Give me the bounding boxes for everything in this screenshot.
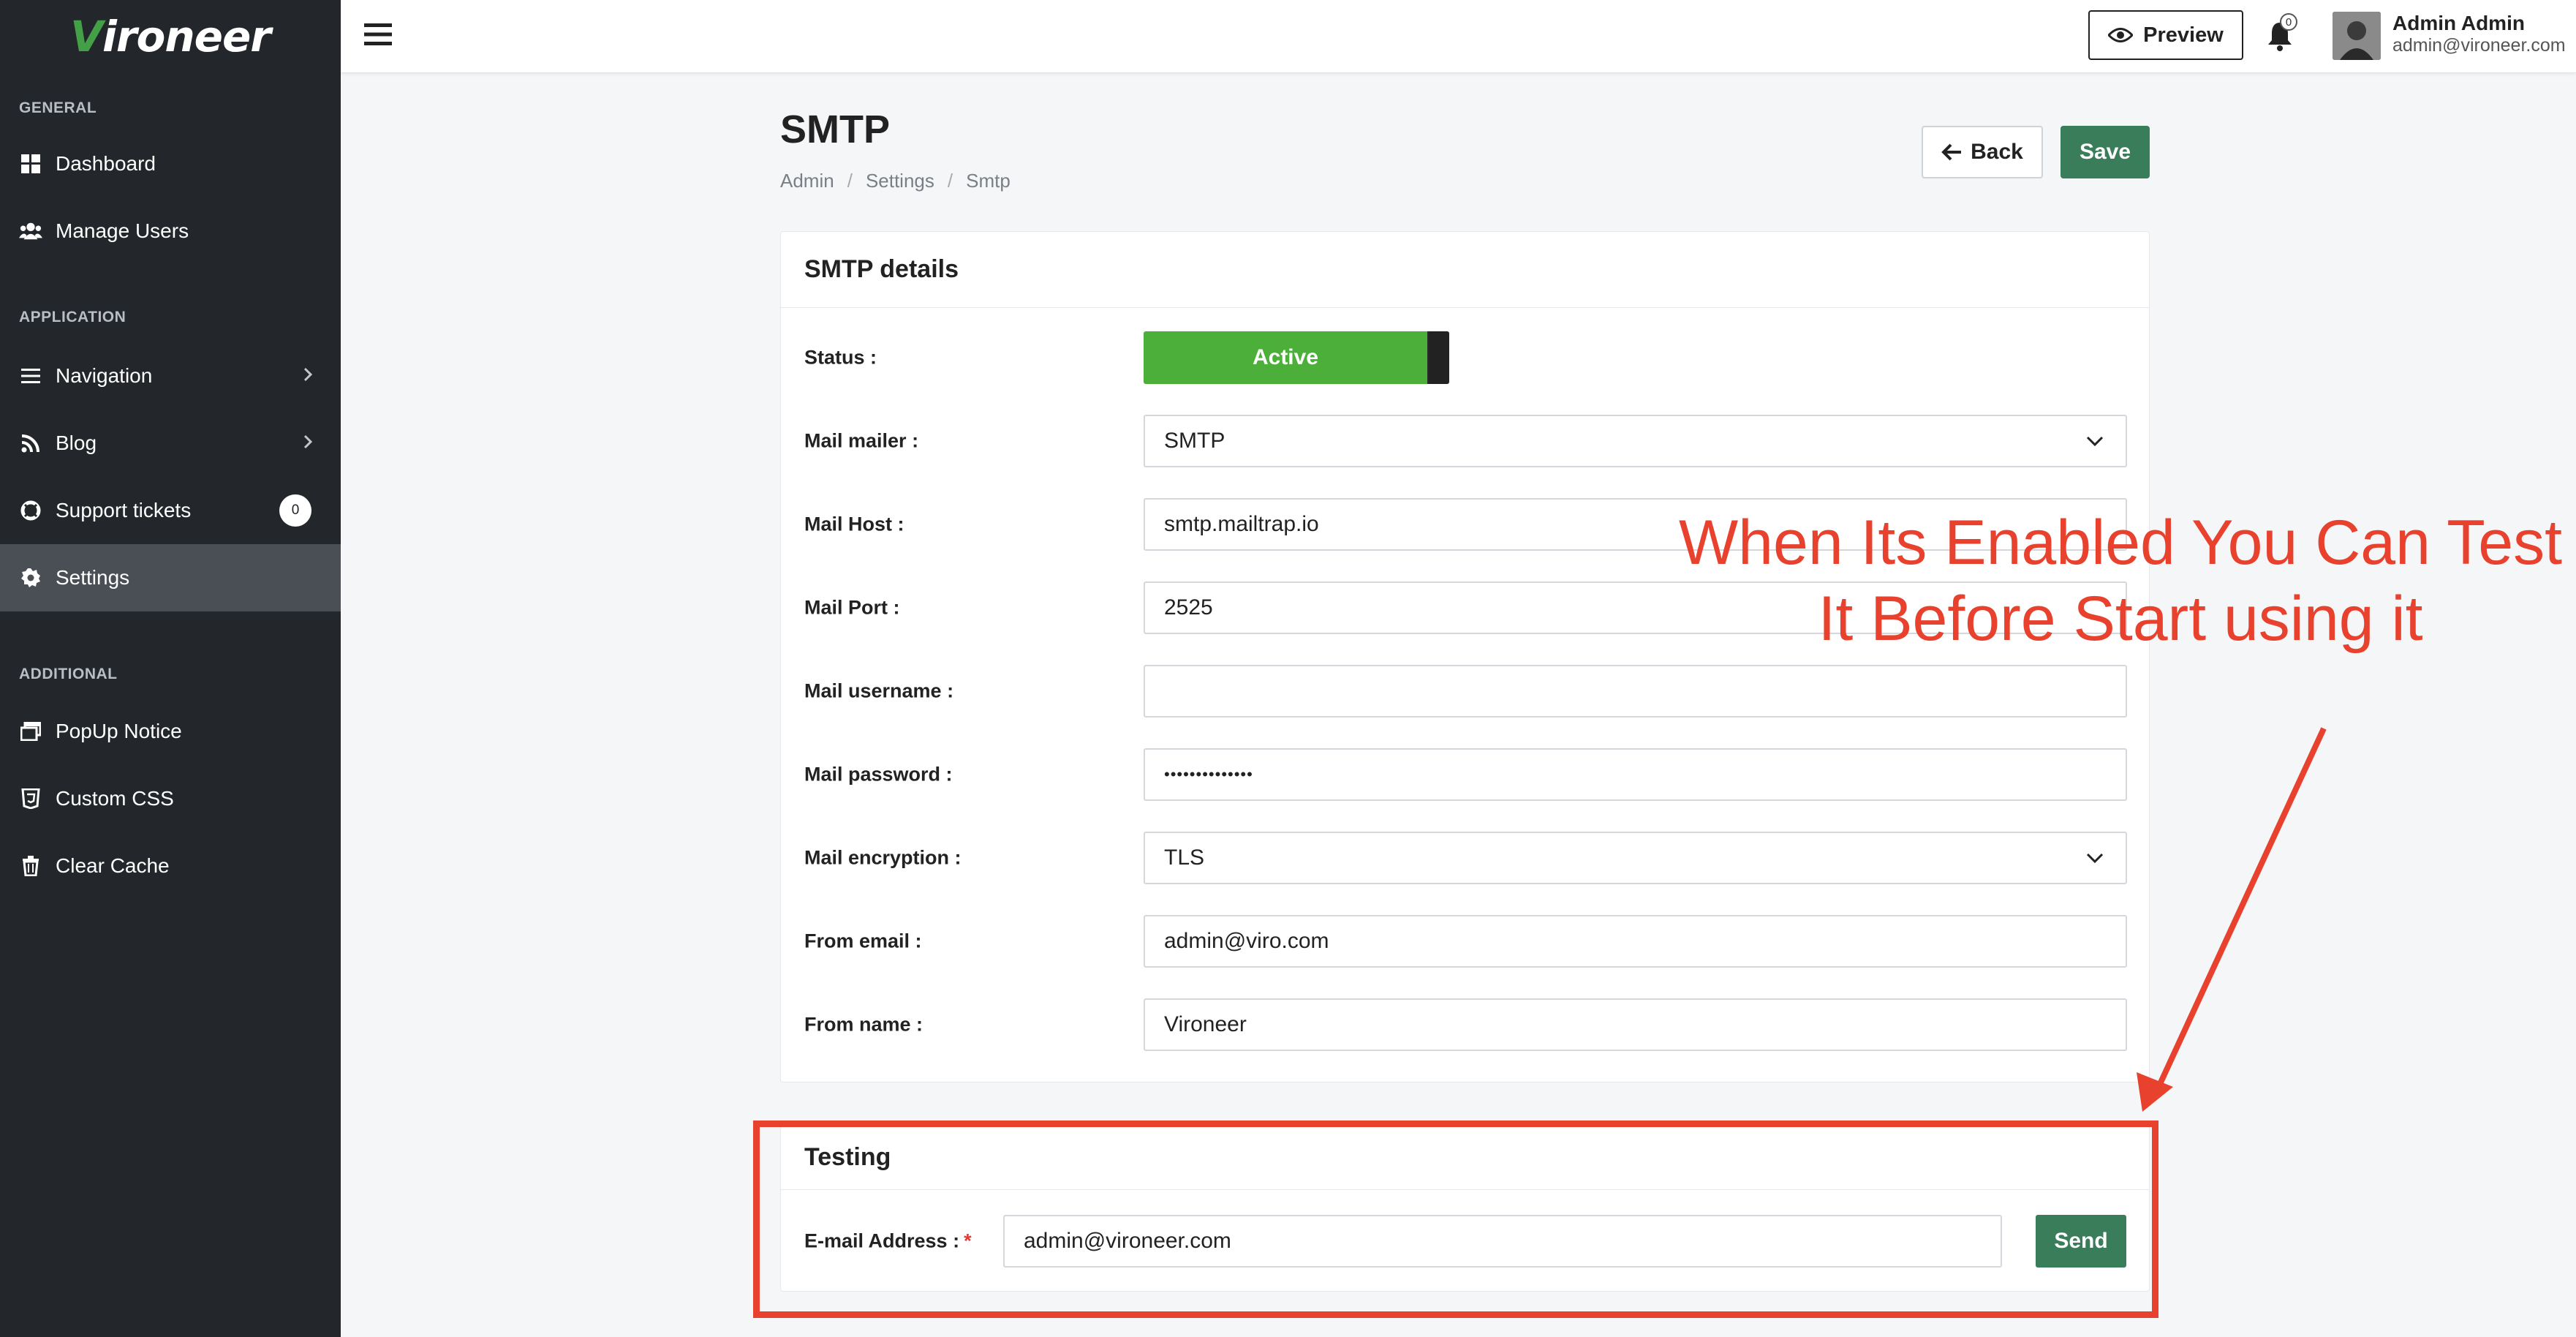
logo-prefix: V: [70, 12, 103, 61]
field-label: Status :: [804, 346, 877, 369]
breadcrumb-separator: /: [847, 170, 853, 192]
breadcrumb-admin[interactable]: Admin: [780, 170, 834, 192]
sidebar-item-manage-users[interactable]: Manage Users: [0, 197, 341, 265]
preview-label: Preview: [2143, 23, 2224, 47]
sidebar-item-label: Navigation: [56, 364, 153, 387]
mail-mailer-select[interactable]: SMTP: [1144, 415, 2127, 467]
mail-password-input[interactable]: ••••••••••••••: [1144, 748, 2127, 801]
sidebar-item-popup-notice[interactable]: PopUp Notice: [0, 698, 341, 765]
css-icon: [19, 787, 42, 810]
smtp-details-card: SMTP details Status : Active Mail mailer…: [780, 231, 2150, 1082]
sidebar-item-label: PopUp Notice: [56, 720, 182, 742]
mail-password-row: Mail password : ••••••••••••••: [781, 748, 2149, 801]
breadcrumb-smtp: Smtp: [966, 170, 1011, 192]
mail-encryption-select[interactable]: TLS: [1144, 832, 2127, 884]
annotation-highlight-box: [753, 1121, 2158, 1318]
field-label: From email :: [804, 930, 922, 952]
annotation-text: When Its Enabled You Can Test It Before …: [1667, 505, 2574, 657]
chevron-down-icon: [2086, 436, 2104, 446]
sidebar-item-settings[interactable]: Settings: [0, 544, 341, 611]
mail-encryption-row: Mail encryption : TLS: [781, 832, 2149, 884]
chevron-down-icon: [2086, 853, 2104, 863]
from-name-row: From name : Vironeer: [781, 998, 2149, 1051]
user-name[interactable]: Admin Admin: [2392, 12, 2525, 35]
sidebar-item-label: Dashboard: [56, 152, 156, 175]
from-email-row: From email : admin@viro.com: [781, 915, 2149, 968]
list-icon: [19, 364, 42, 388]
sidebar-item-label: Custom CSS: [56, 787, 174, 810]
mail-mailer-row: Mail mailer : SMTP: [781, 415, 2149, 467]
sidebar-item-blog[interactable]: Blog: [0, 410, 341, 477]
chevron-right-icon: [303, 364, 313, 388]
sidebar: Vironeer GENERAL Dashboard Manage Users …: [0, 0, 341, 1337]
sidebar-item-label: Clear Cache: [56, 854, 170, 877]
mail-username-input[interactable]: [1144, 665, 2127, 718]
mail-username-row: Mail username :: [781, 665, 2149, 718]
status-value: Active: [1252, 345, 1319, 369]
card-title: SMTP details: [781, 232, 2149, 308]
from-name-input[interactable]: Vironeer: [1144, 998, 2127, 1051]
section-title-general: GENERAL: [19, 99, 97, 116]
field-label: Mail Host :: [804, 513, 904, 535]
sidebar-item-dashboard[interactable]: Dashboard: [0, 130, 341, 197]
chevron-right-icon: [303, 432, 313, 455]
sidebar-item-navigation[interactable]: Navigation: [0, 342, 341, 410]
status-toggle[interactable]: Active: [1144, 331, 1449, 384]
field-label: Mail password :: [804, 763, 953, 786]
trash-icon: [19, 854, 42, 878]
logo-text: ironeer: [102, 12, 271, 61]
users-icon: [19, 219, 42, 243]
sidebar-item-label: Blog: [56, 432, 97, 454]
field-label: From name :: [804, 1013, 923, 1036]
sidebar-item-clear-cache[interactable]: Clear Cache: [0, 832, 341, 900]
annotation-line-1: When Its Enabled You Can Test: [1678, 508, 2563, 578]
toggle-knob: [1427, 331, 1449, 384]
gear-icon: [19, 566, 42, 590]
back-button[interactable]: Back: [1922, 126, 2043, 178]
field-label: Mail Port :: [804, 596, 900, 619]
field-label: Mail username :: [804, 679, 954, 702]
sidebar-item-label: Support tickets: [56, 499, 192, 521]
ticket-count-badge: 0: [279, 494, 311, 527]
back-label: Back: [1971, 140, 2023, 164]
sidebar-item-label: Settings: [56, 566, 130, 589]
page-title: SMTP: [780, 108, 891, 151]
notification-badge: 0: [2280, 13, 2297, 31]
arrow-left-icon: [1941, 143, 1962, 161]
status-row: Status : Active: [781, 331, 2149, 384]
from-email-input[interactable]: admin@viro.com: [1144, 915, 2127, 968]
sidebar-item-support-tickets[interactable]: Support tickets 0: [0, 477, 341, 544]
select-value: TLS: [1164, 845, 1205, 870]
breadcrumb-separator: /: [947, 170, 953, 192]
save-button[interactable]: Save: [2061, 126, 2150, 178]
breadcrumb: Admin / Settings / Smtp: [780, 170, 1011, 192]
section-title-application: APPLICATION: [19, 309, 126, 325]
select-value: SMTP: [1164, 429, 1225, 453]
sidebar-item-custom-css[interactable]: Custom CSS: [0, 765, 341, 832]
field-label: Mail mailer :: [804, 429, 919, 452]
window-icon: [19, 720, 42, 743]
field-label: Mail encryption :: [804, 846, 962, 869]
preview-button[interactable]: Preview: [2088, 10, 2243, 60]
lifebuoy-icon: [19, 499, 42, 522]
dashboard-icon: [19, 152, 42, 176]
section-title-additional: ADDITIONAL: [19, 666, 118, 682]
sidebar-item-label: Manage Users: [56, 219, 189, 242]
logo[interactable]: Vironeer: [0, 0, 341, 73]
menu-toggle-icon[interactable]: [364, 22, 392, 50]
rss-icon: [19, 432, 42, 455]
avatar[interactable]: [2333, 12, 2381, 60]
user-email: admin@vironeer.com: [2392, 35, 2566, 56]
breadcrumb-settings[interactable]: Settings: [866, 170, 934, 192]
eye-icon: [2108, 28, 2134, 42]
annotation-line-2: It Before Start using it: [1818, 584, 2423, 654]
